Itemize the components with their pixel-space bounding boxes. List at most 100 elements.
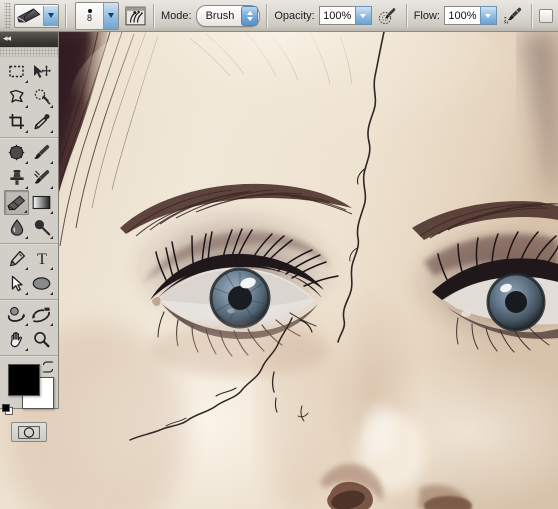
options-bar-separator [530, 3, 533, 28]
tool-flyout-indicator[interactable] [50, 292, 53, 295]
brush-preset-picker[interactable]: 8 [75, 1, 119, 30]
tools-panel-drag-grip[interactable] [0, 47, 58, 57]
brush-preset-dropdown-button[interactable] [103, 2, 118, 29]
airbrush-pressure-opacity-icon [379, 7, 396, 24]
ellipse-shape-tool[interactable] [29, 271, 54, 296]
type-tool[interactable]: T [29, 246, 54, 271]
tool-row [0, 215, 58, 240]
quick-selection-tool[interactable] [29, 84, 54, 109]
tool-row [0, 302, 58, 327]
tool-flyout-indicator[interactable] [25, 186, 28, 189]
marquee-tool[interactable] [4, 59, 29, 84]
tool-row [0, 165, 58, 190]
triangle-down-icon [108, 13, 114, 18]
tool-group-retouch-paint [0, 138, 58, 244]
spot-healing-brush-tool[interactable] [4, 140, 29, 165]
toggle-brush-panel-button[interactable] [123, 4, 147, 28]
options-bar-separator [153, 3, 155, 28]
mode-stepper-button[interactable] [241, 5, 259, 26]
airbrush-toggle-button[interactable] [501, 4, 525, 28]
path-selection-tool[interactable] [4, 271, 29, 296]
tool-row [0, 327, 58, 352]
zoom-tool[interactable] [29, 327, 54, 352]
erase-to-history-option[interactable]: Erase to History [538, 8, 558, 23]
tool-flyout-indicator[interactable] [25, 267, 28, 270]
move-tool[interactable] [29, 59, 54, 84]
lasso-tool[interactable] [4, 84, 29, 109]
tools-panel[interactable]: ◂◂ T [0, 32, 59, 442]
triangle-down-icon [360, 13, 367, 18]
opacity-dropdown-button[interactable] [354, 6, 372, 25]
erase-to-history-checkbox[interactable] [538, 8, 553, 23]
tool-options-bar[interactable]: 8 Mode: Brush Opacity: 100% Flow: 100% [0, 0, 558, 32]
gradient-tool[interactable] [29, 190, 54, 215]
eraser-tool[interactable] [4, 190, 29, 215]
tool-flyout-indicator[interactable] [50, 236, 53, 239]
portrait-photograph [0, 32, 558, 509]
tool-flyout-indicator[interactable] [50, 105, 53, 108]
opacity-input[interactable] [318, 6, 355, 25]
tool-group-vector-type: T [0, 244, 58, 300]
tool-group-navigation [0, 300, 58, 356]
tool-flyout-indicator[interactable] [25, 348, 28, 351]
brush-tool[interactable] [29, 140, 54, 165]
options-bar-separator [65, 3, 67, 28]
flow-input[interactable] [443, 6, 480, 25]
clone-stamp-tool[interactable] [4, 165, 29, 190]
pen-tool[interactable] [4, 246, 29, 271]
tool-flyout-indicator[interactable] [25, 105, 28, 108]
crop-tool[interactable] [4, 109, 29, 134]
tool-row [0, 109, 58, 134]
tool-flyout-indicator[interactable] [25, 161, 28, 164]
tool-flyout-indicator[interactable] [25, 236, 28, 239]
history-brush-tool[interactable] [29, 165, 54, 190]
swap-colors-icon[interactable] [42, 361, 54, 373]
tool-flyout-indicator[interactable] [25, 292, 28, 295]
tool-row [0, 190, 58, 215]
tool-row [0, 271, 58, 296]
options-bar-separator [266, 3, 269, 28]
brush-panel-icon [124, 6, 146, 25]
quick-mask-mode-button[interactable] [11, 422, 47, 442]
opacity-field-group[interactable] [318, 6, 372, 25]
blur-tool[interactable] [4, 215, 29, 240]
mode-dropdown[interactable]: Brush [195, 4, 261, 27]
tool-flyout-indicator[interactable] [50, 130, 53, 133]
tool-preset-picker[interactable] [14, 3, 59, 28]
hand-tool[interactable] [4, 327, 29, 352]
double-chevron-left-icon[interactable]: ◂◂ [3, 35, 11, 44]
triangle-down-icon [246, 16, 253, 21]
tool-group-selection [0, 57, 58, 138]
tool-flyout-indicator[interactable] [50, 267, 53, 270]
options-bar-drag-grip[interactable] [4, 2, 11, 29]
eraser-icon [15, 6, 43, 26]
default-colors-icon[interactable] [2, 404, 13, 415]
flow-field-group[interactable] [443, 6, 497, 25]
tool-row [0, 84, 58, 109]
3d-object-rotate-tool[interactable] [4, 302, 29, 327]
tool-preset-dropdown-button[interactable] [43, 5, 58, 26]
foreground-color-swatch[interactable] [8, 364, 40, 396]
tool-flyout-indicator[interactable] [25, 130, 28, 133]
eyedropper-tool[interactable] [29, 109, 54, 134]
dodge-tool[interactable] [29, 215, 54, 240]
tool-flyout-indicator[interactable] [25, 323, 28, 326]
mode-label: Mode: [161, 9, 192, 22]
tool-flyout-indicator[interactable] [50, 323, 53, 326]
opacity-pressure-toggle-button[interactable] [376, 4, 400, 28]
tool-flyout-indicator[interactable] [25, 80, 28, 83]
options-bar-separator [405, 3, 408, 28]
flow-dropdown-button[interactable] [479, 6, 497, 25]
tool-flyout-indicator[interactable] [50, 186, 53, 189]
mode-value: Brush [205, 9, 235, 22]
tool-flyout-indicator[interactable] [24, 210, 27, 213]
image-canvas[interactable] [0, 32, 558, 509]
brush-preset-preview[interactable]: 8 [76, 3, 103, 29]
3d-camera-rotate-tool[interactable] [29, 302, 54, 327]
color-swatches[interactable] [0, 360, 58, 418]
brush-size-value: 8 [86, 12, 92, 23]
triangle-down-icon [48, 13, 54, 18]
tool-flyout-indicator[interactable] [50, 161, 53, 164]
tool-flyout-indicator[interactable] [50, 211, 53, 214]
tools-panel-header[interactable]: ◂◂ [0, 32, 58, 47]
